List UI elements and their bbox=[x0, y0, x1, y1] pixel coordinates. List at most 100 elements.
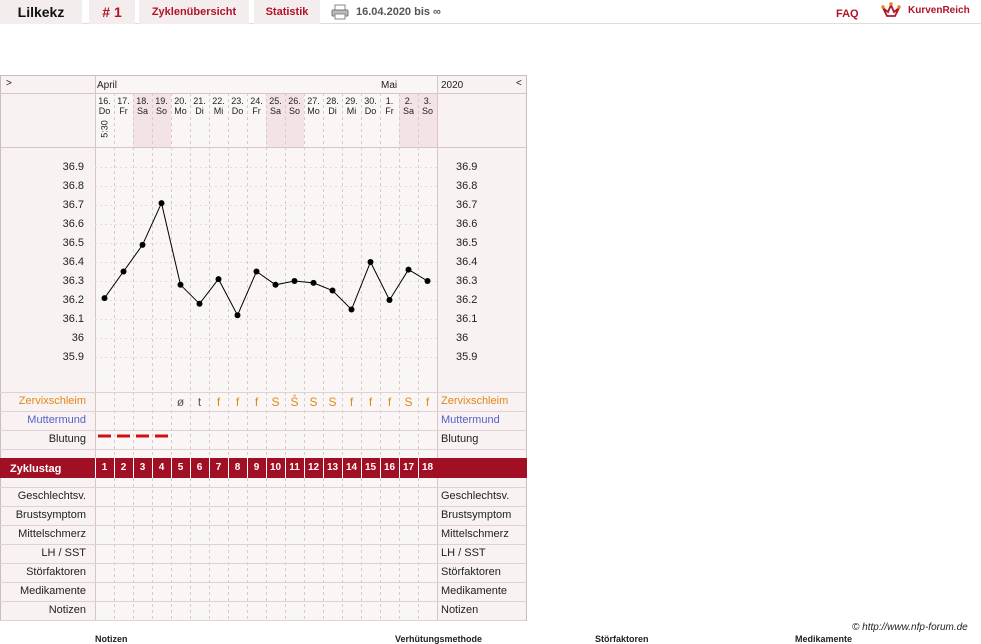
day-date-label: 18. bbox=[136, 96, 149, 106]
temperature-point[interactable] bbox=[310, 279, 317, 286]
y-axis-tick-left: 36.4 bbox=[62, 256, 84, 268]
y-axis-tick-right: 36.5 bbox=[456, 237, 478, 249]
cervical-mucus-symbol[interactable]: f bbox=[418, 395, 437, 409]
cervical-mucus-symbol[interactable]: t bbox=[190, 395, 209, 409]
medication-label-right: Medikamente bbox=[441, 585, 508, 597]
cycle-day-number: 2 bbox=[120, 462, 127, 473]
expand-left-arrow[interactable]: > bbox=[6, 78, 12, 89]
y-axis-tick-left: 36.9 bbox=[62, 161, 84, 173]
cervical-mucus-symbol[interactable]: f bbox=[361, 395, 380, 409]
cervical-mucus-symbol[interactable]: f bbox=[209, 395, 228, 409]
month-label-mai: Mai bbox=[381, 80, 398, 91]
day-weekday-label: Mi bbox=[346, 106, 357, 116]
cycle-day-number: 7 bbox=[215, 462, 222, 473]
cycle-day-number: 11 bbox=[289, 462, 300, 473]
temperature-point[interactable] bbox=[386, 297, 393, 303]
temperature-point[interactable] bbox=[158, 200, 165, 207]
temperature-point[interactable] bbox=[329, 287, 336, 294]
breast-symptom-label-right: Brustsymptom bbox=[441, 509, 512, 521]
cycle-day-number: 16 bbox=[383, 462, 396, 473]
y-axis-tick-left: 36.8 bbox=[62, 180, 84, 192]
day-date-label: 27. bbox=[307, 96, 320, 106]
y-axis-tick-left: 36.5 bbox=[62, 237, 84, 249]
day-date-label: 1. bbox=[385, 96, 394, 106]
day-date-label: 22. bbox=[212, 96, 225, 106]
day-date-label: 2. bbox=[404, 96, 413, 106]
day-date-label: 19. bbox=[155, 96, 168, 106]
year-label: 2020 bbox=[441, 80, 464, 91]
y-axis-tick-left: 36 bbox=[71, 332, 84, 344]
day-weekday-label: Mi bbox=[213, 106, 224, 116]
temperature-point[interactable] bbox=[139, 241, 146, 248]
temperature-point[interactable] bbox=[424, 278, 431, 284]
temperature-point[interactable] bbox=[272, 281, 279, 288]
y-axis-tick-right: 36.3 bbox=[456, 275, 478, 287]
intercourse-label: Geschlechtsv. bbox=[17, 490, 86, 502]
mittelschmerz-label-right: Mittelschmerz bbox=[441, 528, 509, 540]
day-weekday-label: So bbox=[421, 106, 433, 116]
cycle-day-number: 17 bbox=[402, 462, 415, 473]
day-weekday-label: Do bbox=[98, 106, 111, 116]
day-weekday-label: So bbox=[288, 106, 300, 116]
method-column-header: Verhütungsmethode bbox=[395, 634, 483, 644]
temperature-point[interactable] bbox=[367, 259, 374, 265]
cycle-day-number: 6 bbox=[196, 462, 203, 473]
temperature-point[interactable] bbox=[177, 281, 184, 288]
cervical-mucus-symbol[interactable]: S bbox=[304, 395, 323, 409]
cervical-mucus-symbol[interactable]: f bbox=[228, 395, 247, 409]
y-axis-tick-right: 36.6 bbox=[456, 218, 478, 230]
y-axis-tick-right: 36.4 bbox=[456, 256, 478, 268]
disturbance-factors-label-right: Störfaktoren bbox=[441, 566, 501, 578]
day-weekday-label: So bbox=[155, 106, 167, 116]
day-weekday-label: Di bbox=[195, 106, 204, 116]
cervical-mucus-symbol[interactable]: f bbox=[247, 395, 266, 409]
temperature-point[interactable] bbox=[405, 266, 412, 273]
day-weekday-label: Sa bbox=[269, 106, 281, 116]
cycle-day-number: 18 bbox=[421, 462, 434, 473]
temperature-point[interactable] bbox=[101, 295, 108, 302]
temperature-point[interactable] bbox=[253, 268, 260, 275]
day-weekday-label: Sa bbox=[136, 106, 148, 116]
cervical-mucus-symbol[interactable]: S bbox=[266, 395, 285, 409]
temperature-point[interactable] bbox=[120, 268, 127, 275]
temperature-point[interactable] bbox=[234, 312, 241, 319]
day-date-label: 29. bbox=[345, 96, 358, 106]
notes-column-header: Notizen bbox=[95, 634, 128, 644]
cycle-day-number: 5 bbox=[177, 462, 184, 473]
y-axis-tick-right: 36.9 bbox=[456, 161, 478, 173]
temperature-point[interactable] bbox=[291, 278, 298, 284]
cycle-day-number: 13 bbox=[326, 462, 339, 473]
day-weekday-label: Mo bbox=[174, 106, 187, 116]
cervix-position-label: Muttermund bbox=[27, 414, 86, 426]
cycle-day-number: 10 bbox=[269, 462, 282, 473]
medication-label: Medikamente bbox=[19, 585, 86, 597]
day-date-label: 30. bbox=[364, 96, 377, 106]
temperature-point[interactable] bbox=[348, 306, 355, 313]
notes-label: Notizen bbox=[48, 604, 86, 616]
cervical-mucus-symbol[interactable]: S bbox=[323, 395, 342, 409]
mittelschmerz-label: Mittelschmerz bbox=[18, 528, 86, 540]
day-date-label: 3. bbox=[423, 96, 432, 106]
breast-symptom-label: Brustsymptom bbox=[15, 509, 86, 521]
y-axis-tick-right: 36.1 bbox=[456, 313, 478, 325]
cervical-mucus-symbol[interactable]: f bbox=[380, 395, 399, 409]
cervical-mucus-symbol[interactable]: S bbox=[399, 395, 418, 409]
temperature-point[interactable] bbox=[215, 276, 222, 283]
day-date-label: 28. bbox=[326, 96, 339, 106]
y-axis-tick-right: 36.8 bbox=[456, 180, 478, 192]
cycle-day-number: 4 bbox=[158, 462, 165, 473]
y-axis-tick-right: 35.9 bbox=[456, 351, 478, 363]
day-weekday-label: Fr bbox=[385, 106, 394, 116]
cycle-day-number: 9 bbox=[253, 462, 260, 473]
temperature-point[interactable] bbox=[196, 300, 203, 307]
collapse-right-arrow[interactable]: < bbox=[516, 78, 522, 89]
day-date-label: 16. bbox=[98, 96, 111, 106]
cervical-mucus-symbol[interactable]: f bbox=[342, 395, 361, 409]
cervix-position-label-right: Muttermund bbox=[441, 414, 500, 426]
cycle-day-number: 12 bbox=[307, 462, 320, 473]
cervical-mucus-label-right: Zervixschleim bbox=[441, 395, 509, 407]
day-date-label: 24. bbox=[250, 96, 263, 106]
day-weekday-label: Do bbox=[364, 106, 377, 116]
cervical-mucus-symbol[interactable]: S̊ bbox=[285, 395, 304, 409]
cervical-mucus-symbol[interactable]: ø bbox=[171, 395, 190, 409]
